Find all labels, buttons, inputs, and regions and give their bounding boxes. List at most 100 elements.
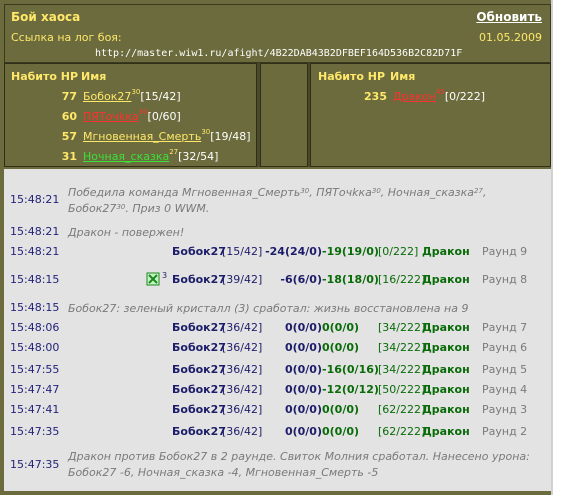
damage-received: 0(0/0) <box>322 425 360 438</box>
crystal-count: 3 <box>162 271 168 280</box>
round-label: Раунд 8 <box>482 273 528 286</box>
player-level: 45 <box>435 88 445 96</box>
log-url[interactable]: http://master.wiw1.ru/afight/4B22DAB43B2… <box>95 48 462 59</box>
log-crystal: 15:48:15 Бобок27: зеленый кристалл (3) с… <box>4 301 551 321</box>
player-entry: Мгновенная_Смерть30[19/48] <box>83 128 251 143</box>
player-name-link[interactable]: Мгновенная_Смерть <box>83 130 201 143</box>
defender-stat: [62/222] <box>378 403 426 416</box>
defender-stat: [34/222] <box>378 321 426 334</box>
attacker-name: Бобок27 <box>172 383 226 396</box>
log-round-row: 15:48:15 3 Бобок27 [39/42] -6(6/0) -18(18/0)[… <box>4 271 551 293</box>
damage-received: -18(18/0) <box>322 273 379 286</box>
defender-stat: [62/222] <box>378 425 426 438</box>
player-name-link[interactable]: Ночная_сказка <box>83 150 169 163</box>
player-hp-stat: [15/42] <box>140 90 181 103</box>
attacker-stat: [36/42] <box>222 363 263 376</box>
level: 27 <box>474 187 483 195</box>
damage-dealt: -24(24/0) <box>265 245 322 258</box>
header-hp: Набито HP <box>11 70 79 83</box>
victory-text: Бобок27 <box>68 202 117 215</box>
victory-text: , <box>482 186 487 199</box>
player-hp-stat: [0/60] <box>147 110 181 123</box>
defender-name: Дракон <box>422 245 470 258</box>
battle-header: Бой хаоса Обновить Ссылка на лог боя: 01… <box>4 4 551 63</box>
defender-name: Дракон <box>422 363 470 376</box>
log-victory: 15:48:21 Победила команда Мгновенная_Сме… <box>4 183 551 219</box>
log-time: 15:48:15 <box>10 273 60 286</box>
battle-date: 01.05.2009 <box>479 31 542 44</box>
log-time: 15:47:47 <box>10 383 60 396</box>
defender-name: Дракон <box>422 321 470 334</box>
player-level: 27 <box>169 148 179 156</box>
player-hp: 57 <box>61 130 77 143</box>
teams-table: Набито HP Имя 77 Бобок2730[15/42] 60 ПЯТочk… <box>4 63 551 167</box>
round-label: Раунд 6 <box>482 341 528 354</box>
log-time: 15:48:15 <box>10 301 60 314</box>
damage-dealt: -6(6/0) <box>280 273 322 286</box>
player-hp-stat: [32/54] <box>178 150 219 163</box>
level: 30 <box>371 187 381 195</box>
log-time: 15:47:35 <box>10 425 60 438</box>
refresh-button[interactable]: Обновить <box>476 10 542 24</box>
damage-dealt: 0(0/0) <box>284 363 322 376</box>
round-label: Раунд 4 <box>482 383 528 396</box>
player-hp: 60 <box>61 110 77 123</box>
round-label: Раунд 7 <box>482 321 528 334</box>
damage-dealt: 0(0/0) <box>284 403 322 416</box>
attacker-stat: [36/42] <box>222 321 263 334</box>
log-round-row: 15:48:00 Бобок27 [36/42] 0(0/0) 0(0/0) [34/22… <box>4 341 551 361</box>
damage-received: -16(0/16) <box>322 363 379 376</box>
damage-received: -19(19/0) <box>322 245 379 258</box>
attacker-name: Бобок27 <box>172 341 226 354</box>
player-name-link[interactable]: Бобок27 <box>83 90 131 103</box>
attacker-name: Бобок27 <box>172 321 226 334</box>
player-level: 30 <box>201 128 211 136</box>
defender-stat: [34/222] <box>378 363 426 376</box>
player-name-link[interactable]: Дракон <box>393 90 436 103</box>
log-time: 15:48:06 <box>10 321 60 334</box>
player-hp: 235 <box>364 90 387 103</box>
damage-dealt: 0(0/0) <box>284 341 322 354</box>
round-label: Раунд 2 <box>482 425 528 438</box>
team-left: Набито HP Имя 77 Бобок2730[15/42] 60 ПЯТочk… <box>4 63 257 167</box>
page-edge <box>553 0 565 495</box>
log-round-row: 15:47:55 Бобок27 [36/42] 0(0/0) -16(0/16) [34… <box>4 363 551 383</box>
round-label: Раунд 9 <box>482 245 528 258</box>
player-level: 30 <box>138 108 148 116</box>
team-right: Набито HP Имя 235 Дракон45[0/222] <box>310 63 551 167</box>
event-text: Бобок27 -6, Ночная_сказка -4, Мгновенная… <box>68 466 379 479</box>
header-name: Имя <box>390 70 416 83</box>
log-time: 15:47:35 <box>10 458 60 471</box>
log-time: 15:47:41 <box>10 403 60 416</box>
defender-stat: [16/222] <box>378 273 426 286</box>
damage-received: 0(0/0) <box>322 341 360 354</box>
victory-text: , ПЯТочkка <box>309 186 372 199</box>
player-hp-stat: [19/48] <box>210 130 251 143</box>
defeated-message: Дракон - повержен! <box>68 226 185 239</box>
level: 30 <box>300 187 310 195</box>
player-name-link[interactable]: ПЯТочkка <box>83 110 139 123</box>
player-entry: Бобок2730[15/42] <box>83 88 181 103</box>
page-title: Бой хаоса <box>11 10 81 24</box>
defender-stat: [0/222] <box>378 245 419 258</box>
player-entry: ПЯТочkка30[0/60] <box>83 108 181 123</box>
attacker-stat: [36/42] <box>222 341 263 354</box>
log-round-row: 15:47:47 Бобок27 [36/42] 0(0/0) -12(0/12) [50… <box>4 383 551 403</box>
player-level: 30 <box>131 88 141 96</box>
final-event-message: Дракон против Бобок27 в 2 раунде. Свиток… <box>68 449 530 481</box>
damage-received: 0(0/0) <box>322 403 360 416</box>
player-hp-stat: [0/222] <box>444 90 486 103</box>
victory-message: Победила команда Мгновенная_Смерть30, ПЯ… <box>68 185 486 217</box>
log-round-row: 15:47:35 Бобок27 [36/42] 0(0/0) 0(0/0) [62/22… <box>4 425 551 445</box>
header-hp: Набито HP <box>318 70 386 83</box>
log-final-event: 15:47:35 Дракон против Бобок27 в 2 раунд… <box>4 449 551 485</box>
victory-text: Победила команда Мгновенная_Смерть <box>68 186 301 199</box>
damage-dealt: 0(0/0) <box>284 383 322 396</box>
log-defeated: 15:48:21 Дракон - повержен! <box>4 225 551 245</box>
attacker-stat: [36/42] <box>222 425 263 438</box>
header-name: Имя <box>81 70 107 83</box>
battle-log: 15:48:21 Победила команда Мгновенная_Сме… <box>4 169 551 491</box>
player-entry: Дракон45[0/222] <box>393 88 486 103</box>
attacker-name: Бобок27 <box>172 425 226 438</box>
defender-name: Дракон <box>422 403 470 416</box>
